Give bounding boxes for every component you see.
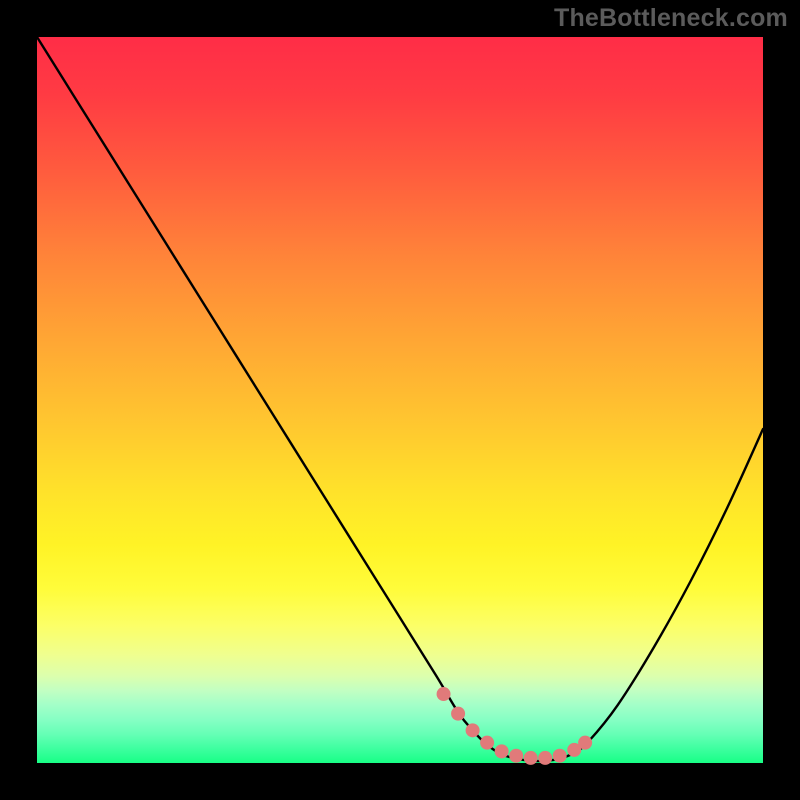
chart-frame: TheBottleneck.com	[0, 0, 800, 800]
plot-area	[37, 37, 763, 763]
highlight-dot	[509, 749, 523, 763]
highlight-dot	[437, 687, 451, 701]
highlight-dot	[553, 749, 567, 763]
highlight-dot	[451, 707, 465, 721]
highlight-dot	[495, 744, 509, 758]
highlight-dots-group	[437, 687, 593, 765]
highlight-dot	[524, 751, 538, 765]
highlight-dot	[480, 736, 494, 750]
bottleneck-curve-path	[37, 37, 763, 761]
highlight-dot	[466, 723, 480, 737]
chart-svg	[37, 37, 763, 763]
watermark-text: TheBottleneck.com	[554, 4, 788, 33]
highlight-dot	[578, 736, 592, 750]
highlight-dot	[538, 751, 552, 765]
